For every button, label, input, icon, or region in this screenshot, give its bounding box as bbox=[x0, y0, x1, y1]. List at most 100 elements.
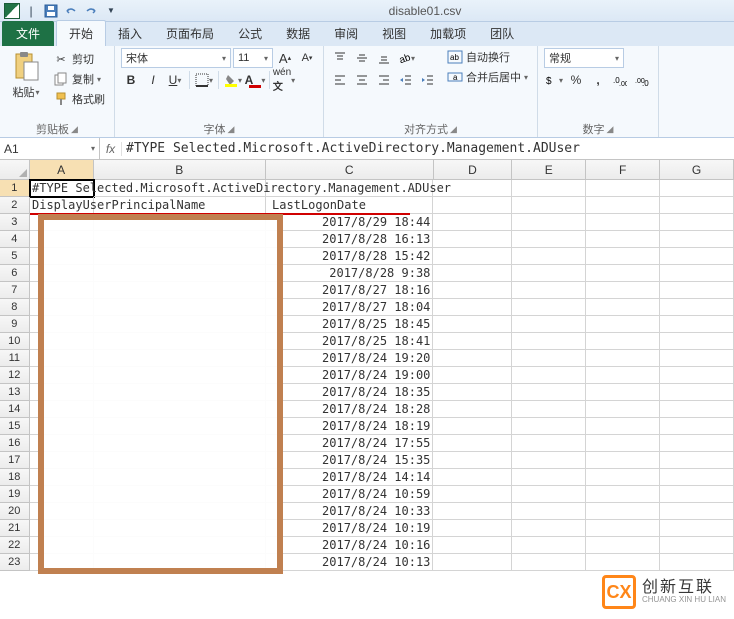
cell[interactable] bbox=[586, 197, 660, 214]
cell[interactable]: 2017/8/24 10:13 bbox=[266, 554, 433, 571]
col-header-G[interactable]: G bbox=[660, 160, 734, 179]
cell[interactable]: 2017/8/24 19:20 bbox=[266, 350, 433, 367]
align-middle-icon[interactable] bbox=[352, 48, 372, 68]
cell[interactable] bbox=[512, 299, 586, 316]
cell[interactable] bbox=[586, 418, 660, 435]
cell[interactable] bbox=[586, 401, 660, 418]
cell[interactable] bbox=[512, 537, 586, 554]
select-all-corner[interactable] bbox=[0, 160, 30, 179]
cell[interactable] bbox=[586, 486, 660, 503]
tab-formulas[interactable]: 公式 bbox=[226, 21, 274, 46]
cell[interactable] bbox=[512, 350, 586, 367]
cell[interactable] bbox=[512, 435, 586, 452]
cell[interactable] bbox=[433, 384, 512, 401]
redo-icon[interactable] bbox=[82, 2, 100, 20]
paste-button[interactable]: 粘贴▾ bbox=[6, 48, 46, 102]
row-header[interactable]: 5 bbox=[0, 248, 30, 265]
cell[interactable] bbox=[433, 248, 512, 265]
cell[interactable]: 2017/8/27 18:16 bbox=[266, 282, 433, 299]
save-icon[interactable] bbox=[42, 2, 60, 20]
row-header[interactable]: 4 bbox=[0, 231, 30, 248]
cell[interactable] bbox=[586, 503, 660, 520]
row-header[interactable]: 14 bbox=[0, 401, 30, 418]
row-header[interactable]: 1 bbox=[0, 180, 30, 197]
align-top-icon[interactable] bbox=[330, 48, 350, 68]
cell[interactable] bbox=[660, 486, 734, 503]
fill-color-button[interactable]: ▾ bbox=[223, 70, 243, 90]
inc-decimal-icon[interactable]: .0.00 bbox=[610, 70, 630, 90]
cell[interactable] bbox=[433, 282, 512, 299]
align-bottom-icon[interactable] bbox=[374, 48, 394, 68]
percent-format-icon[interactable]: % bbox=[566, 70, 586, 90]
tab-data[interactable]: 数据 bbox=[274, 21, 322, 46]
underline-button[interactable]: U▾ bbox=[165, 70, 185, 90]
cell[interactable] bbox=[586, 367, 660, 384]
cell[interactable] bbox=[433, 231, 512, 248]
tab-review[interactable]: 审阅 bbox=[322, 21, 370, 46]
cell[interactable] bbox=[512, 180, 586, 197]
accounting-format-icon[interactable]: $▾ bbox=[544, 70, 564, 90]
phonetic-button[interactable]: wén文▾ bbox=[274, 70, 294, 90]
cell[interactable] bbox=[586, 435, 660, 452]
cell[interactable] bbox=[433, 401, 512, 418]
cell[interactable] bbox=[512, 503, 586, 520]
cell[interactable] bbox=[433, 418, 512, 435]
cell[interactable] bbox=[586, 554, 660, 571]
cell[interactable] bbox=[586, 469, 660, 486]
cell[interactable] bbox=[586, 384, 660, 401]
cell[interactable] bbox=[586, 231, 660, 248]
cell[interactable] bbox=[512, 231, 586, 248]
cell[interactable] bbox=[660, 299, 734, 316]
cell[interactable] bbox=[660, 452, 734, 469]
align-left-icon[interactable] bbox=[330, 70, 350, 90]
number-format-combo[interactable]: 常规▾ bbox=[544, 48, 624, 68]
row-header[interactable]: 15 bbox=[0, 418, 30, 435]
cell[interactable] bbox=[660, 469, 734, 486]
cell[interactable]: 2017/8/24 10:16 bbox=[266, 537, 433, 554]
cell[interactable] bbox=[433, 537, 512, 554]
cell[interactable] bbox=[433, 214, 512, 231]
cell[interactable] bbox=[94, 197, 266, 214]
dec-indent-icon[interactable] bbox=[396, 70, 416, 90]
orientation-icon[interactable]: ab▾ bbox=[396, 48, 416, 68]
cell[interactable]: 2017/8/24 10:33 bbox=[266, 503, 433, 520]
cell[interactable] bbox=[433, 265, 512, 282]
row-header[interactable]: 20 bbox=[0, 503, 30, 520]
cell[interactable] bbox=[660, 248, 734, 265]
cell[interactable] bbox=[512, 384, 586, 401]
italic-button[interactable]: I bbox=[143, 70, 163, 90]
cell[interactable] bbox=[586, 316, 660, 333]
row-header[interactable]: 11 bbox=[0, 350, 30, 367]
cell[interactable]: 2017/8/25 18:45 bbox=[266, 316, 433, 333]
format-painter-button[interactable]: 格式刷 bbox=[50, 90, 108, 108]
tab-home[interactable]: 开始 bbox=[56, 20, 106, 46]
cell[interactable] bbox=[660, 520, 734, 537]
grow-font-icon[interactable]: A▴ bbox=[275, 48, 295, 68]
row-header[interactable]: 22 bbox=[0, 537, 30, 554]
cell[interactable] bbox=[512, 282, 586, 299]
dec-decimal-icon[interactable]: .00.0 bbox=[632, 70, 652, 90]
row-header[interactable]: 6 bbox=[0, 265, 30, 282]
cut-button[interactable]: ✂剪切 bbox=[50, 50, 108, 68]
cell[interactable] bbox=[586, 350, 660, 367]
cell[interactable]: 2017/8/25 18:41 bbox=[266, 333, 433, 350]
cell[interactable] bbox=[660, 554, 734, 571]
cell[interactable] bbox=[433, 554, 512, 571]
cell[interactable]: 2017/8/27 18:04 bbox=[266, 299, 433, 316]
cell[interactable] bbox=[660, 537, 734, 554]
row-header[interactable]: 16 bbox=[0, 435, 30, 452]
font-name-combo[interactable]: 宋体▾ bbox=[121, 48, 231, 68]
cell[interactable] bbox=[660, 503, 734, 520]
cell[interactable] bbox=[586, 180, 660, 197]
dialog-launcher-icon[interactable]: ◢ bbox=[607, 124, 614, 135]
bold-button[interactable]: B bbox=[121, 70, 141, 90]
undo-icon[interactable] bbox=[62, 2, 80, 20]
cell[interactable] bbox=[512, 554, 586, 571]
cell[interactable] bbox=[512, 265, 586, 282]
cell[interactable] bbox=[660, 180, 734, 197]
dialog-launcher-icon[interactable]: ◢ bbox=[71, 124, 78, 135]
tab-file[interactable]: 文件 bbox=[2, 21, 54, 46]
wrap-text-button[interactable]: ab自动换行 bbox=[444, 48, 531, 66]
cell[interactable] bbox=[512, 486, 586, 503]
row-header[interactable]: 17 bbox=[0, 452, 30, 469]
